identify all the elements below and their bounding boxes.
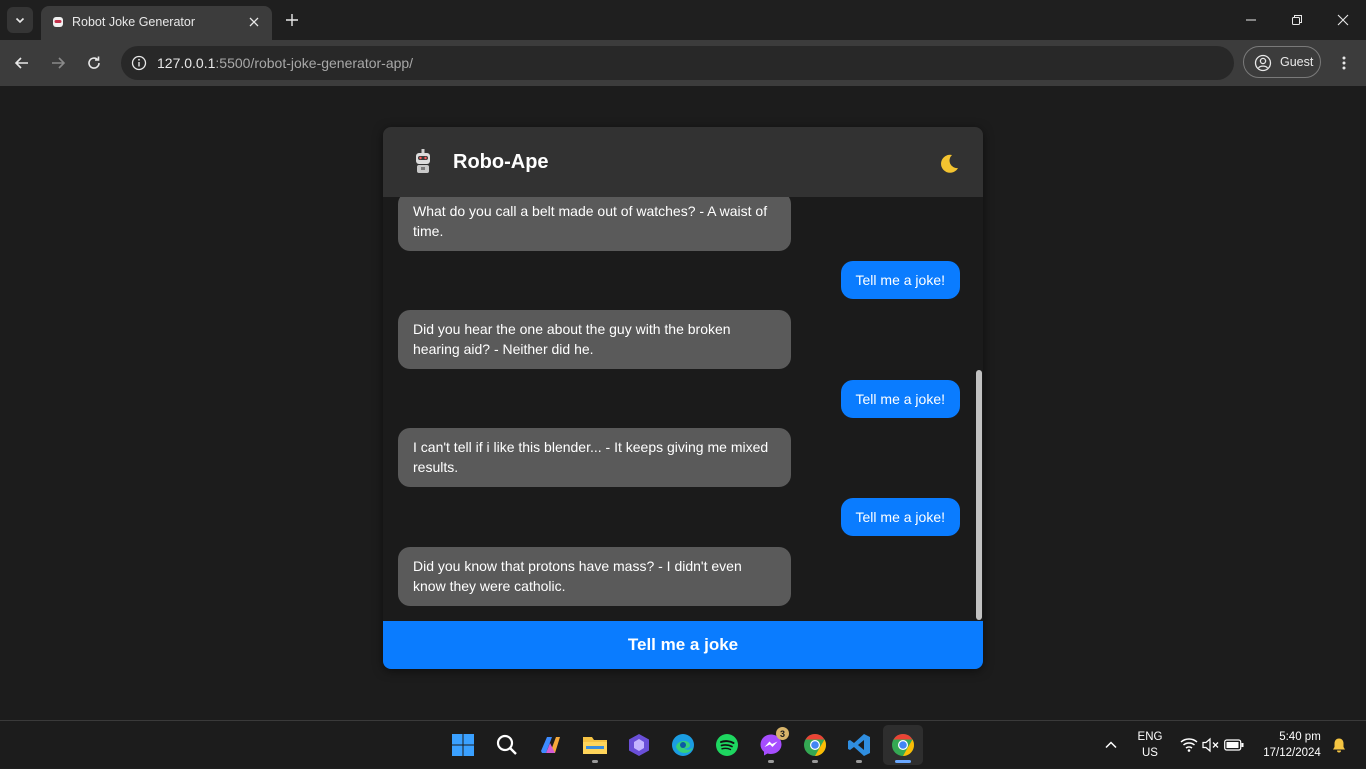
chat-header: Robo-Ape: [383, 127, 983, 197]
tab-search-button[interactable]: [7, 7, 33, 33]
plus-icon: [286, 14, 298, 26]
bot-message: Did you hear the one about the guy with …: [398, 310, 791, 369]
forward-button[interactable]: [46, 51, 70, 75]
info-icon: [131, 55, 147, 71]
browser-toolbar: 127.0.0.1:5500/robot-joke-generator-app/…: [0, 40, 1366, 86]
tab-close-button[interactable]: [244, 12, 264, 32]
chrome-active-icon: [892, 734, 914, 756]
vscode-icon: [848, 734, 870, 756]
url-host: 127.0.0.1: [157, 55, 216, 71]
battery-icon: [1224, 739, 1244, 751]
url-path: :5500/robot-joke-generator-app/: [215, 55, 414, 71]
url-text: 127.0.0.1:5500/robot-joke-generator-app/: [157, 55, 413, 71]
tell-joke-button[interactable]: Tell me a joke: [383, 621, 983, 669]
bot-name: Robo-Ape: [453, 151, 549, 173]
taskbar-spotify[interactable]: [707, 725, 747, 765]
robot-favicon-icon: [53, 17, 63, 27]
clipchamp-icon: [629, 734, 649, 756]
browser-menu-button[interactable]: [1332, 51, 1356, 75]
taskbar: 3 ENG US 5:40 pm 17/12/2024: [0, 720, 1366, 768]
bot-message: What do you call a belt made out of watc…: [398, 197, 791, 251]
taskbar-clipchamp[interactable]: [619, 725, 659, 765]
reload-button[interactable]: [82, 51, 106, 75]
clock[interactable]: 5:40 pm 17/12/2024: [1254, 721, 1330, 769]
window-close-button[interactable]: [1320, 0, 1366, 40]
more-vertical-icon: [1342, 56, 1346, 70]
browser-tab-strip: Robot Joke Generator: [0, 0, 1366, 40]
arrow-right-icon: [52, 57, 66, 69]
user-message: Tell me a joke!: [840, 261, 960, 299]
running-indicator: [856, 760, 862, 763]
search-icon: [496, 734, 517, 755]
taskbar-copilot[interactable]: [531, 725, 571, 765]
start-button[interactable]: [443, 725, 483, 765]
taskbar-edge[interactable]: [663, 725, 703, 765]
clock-date: 17/12/2024: [1263, 747, 1321, 759]
taskbar-messenger[interactable]: 3: [751, 725, 791, 765]
tab-title: Robot Joke Generator: [72, 15, 195, 29]
language-indicator[interactable]: ENG US: [1130, 721, 1170, 769]
file-explorer-icon: [583, 737, 607, 754]
language-line1: ENG: [1137, 731, 1163, 743]
running-indicator: [592, 760, 598, 763]
arrow-left-icon: [14, 57, 28, 69]
notification-badge: 3: [776, 727, 789, 740]
bot-message: Did you know that protons have mass? - I…: [398, 547, 791, 606]
close-icon: [249, 17, 259, 27]
restore-button[interactable]: [1274, 0, 1320, 40]
profile-icon: [1254, 54, 1272, 72]
robot-avatar-icon: [416, 149, 430, 173]
profile-label: Guest: [1280, 55, 1314, 69]
chat-messages[interactable]: What do you call a belt made out of watc…: [383, 197, 983, 621]
edge-icon: [672, 734, 694, 756]
restore-icon: [1292, 15, 1302, 25]
minimize-button[interactable]: [1228, 0, 1274, 40]
user-message: Tell me a joke!: [840, 498, 960, 536]
clock-time: 5:40 pm: [1279, 731, 1321, 743]
copilot-icon: [541, 737, 560, 753]
taskbar-file-explorer[interactable]: [575, 725, 615, 765]
minimize-icon: [1246, 19, 1256, 21]
bell-icon: [1333, 738, 1345, 753]
close-icon: [1337, 14, 1349, 26]
user-message: Tell me a joke!: [840, 380, 960, 418]
spotify-icon: [716, 734, 738, 756]
quick-settings-button[interactable]: [1176, 721, 1248, 769]
volume-muted-icon: [1202, 737, 1219, 753]
profile-button[interactable]: Guest: [1243, 46, 1321, 78]
chrome-icon: [804, 734, 826, 756]
moon-icon[interactable]: [938, 153, 960, 175]
scrollbar-thumb[interactable]: [976, 370, 982, 620]
taskbar-chrome[interactable]: [795, 725, 835, 765]
browser-tab[interactable]: Robot Joke Generator: [41, 6, 272, 40]
running-indicator: [768, 760, 774, 763]
taskbar-search[interactable]: [487, 725, 527, 765]
chat-app: Robo-Ape What do you call a belt made ou…: [383, 127, 983, 669]
start-icon: [452, 734, 474, 756]
new-tab-button[interactable]: [281, 9, 303, 31]
language-line2: US: [1142, 747, 1158, 759]
wifi-icon: [1180, 738, 1198, 752]
back-button[interactable]: [10, 51, 34, 75]
taskbar-chrome-active[interactable]: [883, 725, 923, 765]
site-info-button[interactable]: [127, 51, 151, 75]
running-indicator: [895, 760, 911, 763]
address-bar[interactable]: 127.0.0.1:5500/robot-joke-generator-app/: [121, 46, 1234, 80]
reload-icon: [88, 56, 100, 69]
show-hidden-icons-button[interactable]: [1100, 721, 1122, 769]
chevron-up-icon: [1105, 741, 1117, 749]
chevron-down-icon: [15, 17, 25, 24]
bot-message: I can't tell if i like this blender... -…: [398, 428, 791, 487]
taskbar-vscode[interactable]: [839, 725, 879, 765]
page-viewport: Robo-Ape What do you call a belt made ou…: [0, 86, 1366, 720]
running-indicator: [812, 760, 818, 763]
notifications-button[interactable]: [1328, 721, 1350, 769]
